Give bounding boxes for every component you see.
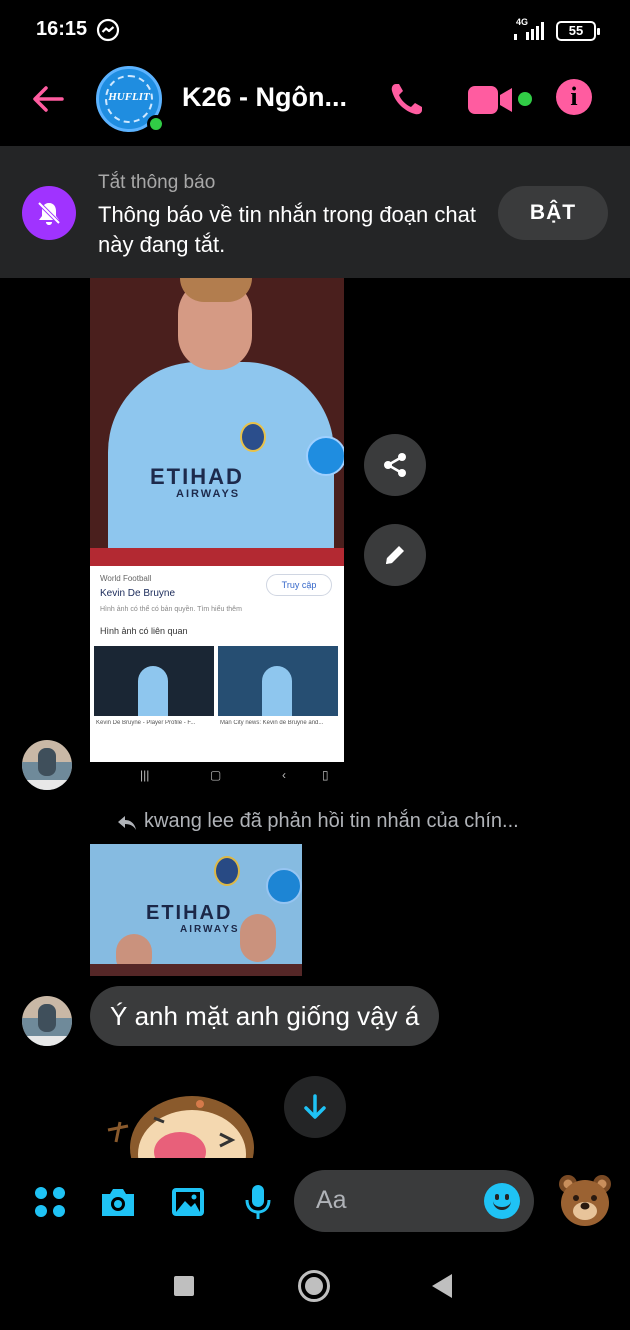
sender-avatar[interactable] [22, 996, 72, 1046]
message-placeholder: Aa [316, 1186, 347, 1214]
quoted-sponsor-sub: AIRWAYS [180, 924, 240, 935]
chat-title[interactable]: K26 - Ngôn... [182, 82, 347, 113]
mini-home-icon: ▢ [210, 768, 222, 782]
related-thumb [218, 646, 338, 716]
related-thumb [94, 646, 214, 716]
screenshot-navbar: ||| ▢ ‹ ▯ [90, 762, 344, 788]
sender-avatar[interactable] [22, 740, 72, 790]
image-search-panel: World Football Kevin De Bruyne Truy cập … [90, 566, 344, 762]
edit-button[interactable] [364, 524, 426, 586]
mute-notification-banner: Tắt thông báo Thông báo về tin nhắn tron… [0, 146, 630, 278]
camera-icon[interactable] [98, 1182, 138, 1222]
emoji-icon[interactable] [484, 1183, 520, 1219]
related-caption: Man City news: Kevin de Bruyne and... [220, 720, 324, 726]
mini-back-icon: ‹ [282, 768, 286, 782]
video-camera-icon[interactable] [466, 80, 516, 120]
group-avatar[interactable]: HUFLIT [96, 66, 165, 133]
back-arrow-icon[interactable] [26, 76, 72, 122]
chevron-down-icon [304, 1094, 326, 1119]
chat-header: HUFLIT K26 - Ngôn... i [0, 62, 630, 146]
jersey-sponsor-sub: AIRWAYS [176, 488, 241, 500]
result-title: Kevin De Bruyne [100, 588, 176, 599]
status-time: 16:15 [36, 18, 88, 40]
mute-label: Tắt thông báo [98, 172, 216, 193]
jersey-sponsor: ETIHAD [150, 464, 244, 489]
photo-background-stripe [90, 548, 344, 566]
online-status-dot [147, 115, 165, 133]
quoted-club-badge [214, 856, 240, 886]
quoted-sponsor: ETIHAD [146, 902, 233, 924]
sticker-preview[interactable] [100, 1082, 290, 1158]
grid-menu-icon[interactable] [30, 1182, 70, 1222]
copyright-note: Hình ảnh có thể có bản quyền. Tìm hiểu t… [100, 606, 242, 613]
home-button[interactable] [298, 1270, 330, 1302]
club-badge [240, 422, 266, 452]
messenger-status-icon [96, 18, 120, 42]
enable-notifications-button[interactable]: BẬT [498, 186, 608, 240]
scroll-to-bottom-button[interactable] [284, 1076, 346, 1138]
image-icon[interactable] [168, 1182, 208, 1222]
result-source: World Football [100, 574, 152, 583]
share-icon [384, 453, 406, 477]
shared-image-message[interactable]: ETIHAD AIRWAYS World Football Kevin De B… [90, 278, 344, 762]
watermark-logo [306, 436, 344, 476]
bell-off-icon [22, 186, 76, 240]
pencil-icon [386, 546, 404, 564]
microphone-icon[interactable] [238, 1182, 278, 1222]
message-composer: Aa [0, 1160, 630, 1244]
reply-arrow-icon [118, 816, 136, 830]
avatar-logo-text: HUFLIT [108, 91, 150, 103]
message-bubble[interactable]: Ý anh mặt anh giống vậy á [90, 986, 440, 1046]
status-bar: 16:15 4G 55 [0, 0, 630, 62]
battery-indicator: 55 [556, 21, 600, 41]
related-label: Hình ảnh có liên quan [100, 626, 188, 636]
photo-area: ETIHAD AIRWAYS [90, 278, 344, 572]
recents-button[interactable] [174, 1276, 194, 1296]
bear-sticker-icon[interactable] [556, 1170, 614, 1230]
video-active-dot [518, 92, 532, 106]
quoted-watermark [266, 868, 302, 904]
phone-icon[interactable] [384, 78, 428, 122]
mute-description: Thông báo về tin nhắn trong đoạn chat nà… [98, 202, 476, 257]
share-button[interactable] [364, 434, 426, 496]
signal-icon: 4G [514, 17, 544, 40]
mini-rotate-icon: ▯ [322, 768, 329, 782]
quoted-stripe [90, 964, 302, 976]
system-navigation-bar [0, 1244, 630, 1330]
network-type: 4G [516, 17, 528, 27]
back-button[interactable] [432, 1274, 452, 1298]
visit-button: Truy cập [266, 574, 332, 596]
quoted-hand [240, 914, 276, 962]
mini-recents-icon: ||| [140, 768, 150, 782]
info-icon[interactable]: i [556, 79, 592, 115]
related-caption: Kevin De Bruyne - Player Profile - F... [96, 720, 196, 726]
quoted-image[interactable]: ETIHAD AIRWAYS [90, 844, 302, 976]
message-input[interactable]: Aa [294, 1170, 534, 1232]
reply-note: kwang lee đã phản hồi tin nhắn của chín.… [144, 810, 519, 832]
